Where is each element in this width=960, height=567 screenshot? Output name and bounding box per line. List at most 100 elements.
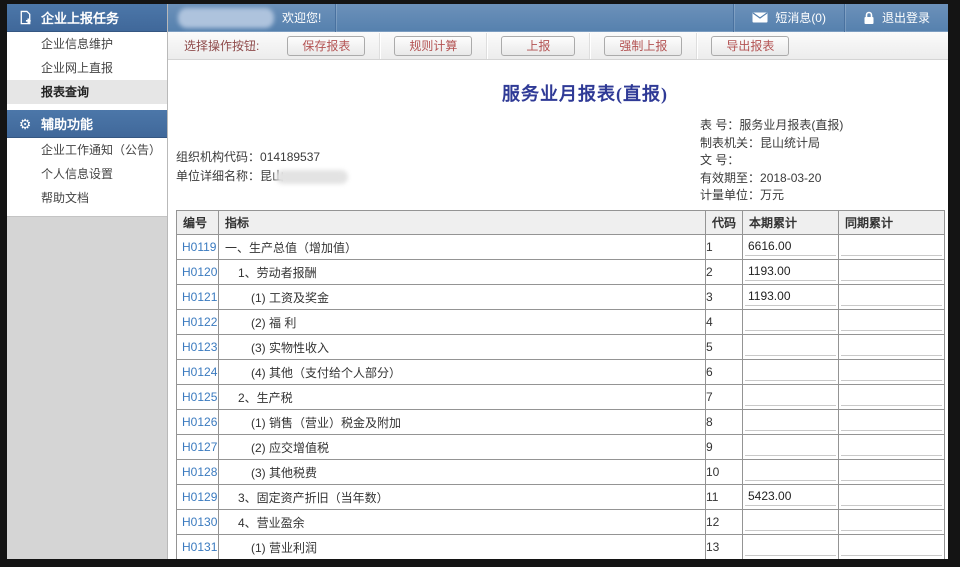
sidebar-item[interactable]: 帮助文档: [7, 186, 167, 210]
unit-name-redacted: [276, 170, 348, 184]
table-row: H0121(1) 工资及奖金31193.00: [177, 285, 945, 310]
same-period-input[interactable]: [841, 237, 942, 256]
row-number: 2: [706, 260, 743, 285]
table-row: H0124(4) 其他（支付给个人部分）6: [177, 360, 945, 385]
indicator-code-link[interactable]: H0129: [177, 490, 217, 504]
current-period-input[interactable]: 5423.00: [745, 487, 836, 506]
sidebar-item[interactable]: 企业工作通知（公告）: [7, 138, 167, 162]
toolbar-button[interactable]: 强制上报: [604, 36, 682, 56]
toolbar-button[interactable]: 保存报表: [287, 36, 365, 56]
same-period-input[interactable]: [841, 487, 942, 506]
indicator-code-link[interactable]: H0130: [177, 515, 217, 529]
current-period-input[interactable]: [745, 412, 836, 431]
col-header-code: 编号: [177, 211, 219, 235]
indicator-name: 3、固定资产折旧（当年数）: [219, 489, 705, 506]
same-period-input[interactable]: [841, 337, 942, 356]
same-period-input[interactable]: [841, 412, 942, 431]
sidebar-item[interactable]: 企业网上直报: [7, 56, 167, 80]
meta-line: 有效期至：2018-03-20: [700, 170, 843, 188]
indicator-code-link[interactable]: H0128: [177, 465, 217, 479]
same-period-input[interactable]: [841, 537, 942, 556]
sidebar-section-title: 辅助功能: [41, 114, 93, 133]
table-row: H0127(2) 应交增值税9: [177, 435, 945, 460]
toolbar-label: 选择操作按钮:: [184, 37, 259, 54]
app-window: 企业上报任务 企业信息维护企业网上直报报表查询 ⚙ 辅助功能 企业工作通知（公告…: [7, 4, 948, 559]
meta-label: 计量单位：: [700, 188, 760, 202]
current-period-input[interactable]: [745, 437, 836, 456]
table-row: H0123(3) 实物性收入5: [177, 335, 945, 360]
toolbar-button[interactable]: 上报: [501, 36, 575, 56]
table-row: H0131(1) 营业利润13: [177, 535, 945, 560]
current-period-input[interactable]: 6616.00: [745, 237, 836, 256]
same-period-input[interactable]: [841, 462, 942, 481]
indicator-code-link[interactable]: H0119: [177, 240, 216, 254]
indicator-code-link[interactable]: H0123: [177, 340, 217, 354]
toolbar-button[interactable]: 导出报表: [711, 36, 789, 56]
same-period-input[interactable]: [841, 262, 942, 281]
report-meta-left: 组织机构代码： 014189537 单位详细名称： 昆山: [176, 148, 348, 186]
indicator-code-link[interactable]: H0126: [177, 415, 217, 429]
sidebar-item[interactable]: 企业信息维护: [7, 32, 167, 56]
sidebar-filler: [7, 216, 167, 559]
row-number: 1: [706, 235, 743, 260]
row-number: 8: [706, 410, 743, 435]
indicator-name: 4、营业盈余: [219, 514, 705, 531]
same-period-input[interactable]: [841, 362, 942, 381]
current-period-input[interactable]: 1193.00: [745, 287, 836, 306]
indicator-code-link[interactable]: H0120: [177, 265, 217, 279]
table-row: H01304、营业盈余12: [177, 510, 945, 535]
current-period-input[interactable]: [745, 387, 836, 406]
report-meta-right: 表 号：服务业月报表(直报)制表机关：昆山统计局文 号：有效期至：2018-03…: [700, 117, 843, 205]
messages-button[interactable]: 短消息(0): [734, 4, 844, 32]
same-period-input[interactable]: [841, 512, 942, 531]
same-period-input[interactable]: [841, 437, 942, 456]
indicator-name: (1) 工资及奖金: [219, 289, 705, 306]
table-row: H0126(1) 销售（营业）税金及附加8: [177, 410, 945, 435]
topbar: 欢迎您! 短消息(0): [168, 4, 948, 32]
current-period-input[interactable]: [745, 537, 836, 556]
unit-name-label: 单位详细名称：: [176, 167, 260, 186]
indicator-code-link[interactable]: H0121: [177, 290, 217, 304]
col-header-current-period: 本期累计: [743, 211, 839, 235]
col-header-number: 代码: [706, 211, 743, 235]
row-number: 12: [706, 510, 743, 535]
current-period-input[interactable]: [745, 337, 836, 356]
col-header-indicator: 指标: [219, 211, 706, 235]
meta-value: 服务业月报表(直报): [739, 118, 843, 132]
org-code-value: 014189537: [260, 148, 320, 167]
table-row: H0119一、生产总值（增加值）16616.00: [177, 235, 945, 260]
indicator-code-link[interactable]: H0127: [177, 440, 217, 454]
indicator-code-link[interactable]: H0125: [177, 390, 217, 404]
toolbar-separator: [696, 33, 697, 59]
main-area: 选择操作按钮: 保存报表 规则计算 上报 强制上报 导出报表 服务业月报表(直报) 组织…: [168, 32, 948, 559]
meta-label: 文 号：: [700, 153, 739, 167]
current-period-input[interactable]: [745, 462, 836, 481]
indicator-code-link[interactable]: H0122: [177, 315, 217, 329]
meta-value: 昆山统计局: [760, 136, 820, 150]
same-period-input[interactable]: [841, 287, 942, 306]
current-period-input[interactable]: [745, 312, 836, 331]
logout-button[interactable]: 退出登录: [845, 4, 948, 32]
meta-value: 2018-03-20: [760, 171, 821, 185]
lock-icon: [863, 11, 875, 25]
sidebar-section-report-tasks[interactable]: 企业上报任务: [7, 4, 167, 32]
sidebar-menu-report-tasks: 企业信息维护企业网上直报报表查询: [7, 32, 167, 110]
same-period-input[interactable]: [841, 312, 942, 331]
current-period-input[interactable]: 1193.00: [745, 262, 836, 281]
sidebar-item[interactable]: 个人信息设置: [7, 162, 167, 186]
row-number: 3: [706, 285, 743, 310]
sidebar-section-aux-functions[interactable]: ⚙ 辅助功能: [7, 110, 167, 138]
row-number: 9: [706, 435, 743, 460]
same-period-input[interactable]: [841, 387, 942, 406]
indicator-name: (3) 实物性收入: [219, 339, 705, 356]
meta-line: 表 号：服务业月报表(直报): [700, 117, 843, 135]
logout-label: 退出登录: [882, 9, 930, 26]
current-period-input[interactable]: [745, 512, 836, 531]
indicator-code-link[interactable]: H0124: [177, 365, 217, 379]
indicator-code-link[interactable]: H0131: [177, 540, 217, 554]
toolbar-button[interactable]: 规则计算: [394, 36, 472, 56]
sidebar-item[interactable]: 报表查询: [7, 80, 167, 104]
current-period-input[interactable]: [745, 362, 836, 381]
topbar-divider: [335, 4, 336, 32]
row-number: 10: [706, 460, 743, 485]
